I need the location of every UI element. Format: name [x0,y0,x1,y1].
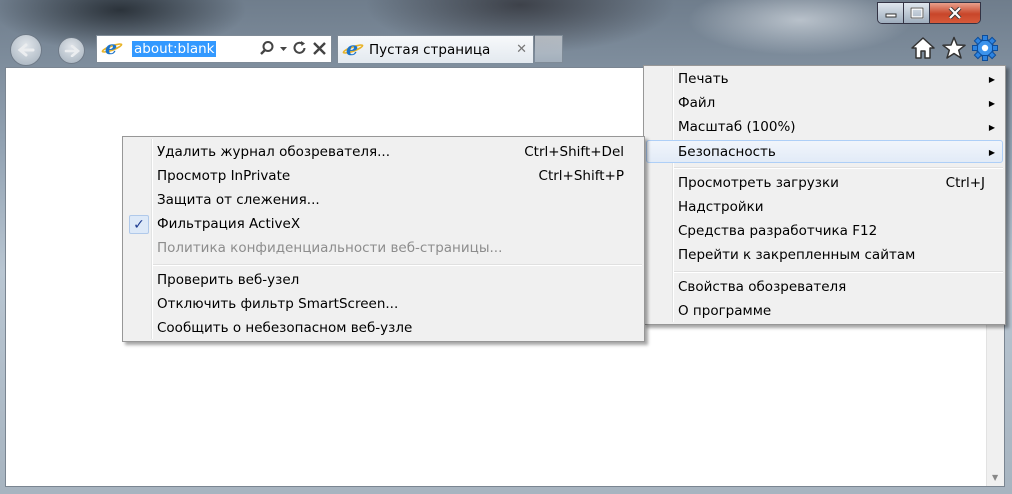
tools-gear-icon[interactable] [972,35,998,65]
menu-item-delete-history[interactable]: Удалить журнал обозревателя... Ctrl+Shift… [125,141,642,164]
menu-item-inprivate[interactable]: Просмотр InPrivate Ctrl+Shift+P [125,165,642,188]
tab-title: Пустая страница [369,42,491,58]
menu-item-privacy-policy: Политика конфиденциальности веб-страницы… [157,240,503,256]
ie-page-icon: e [346,38,359,60]
menu-item-report-unsafe[interactable]: Сообщить о небезопасном веб-узле [125,317,642,340]
refresh-icon[interactable] [292,40,308,56]
forward-button[interactable] [58,37,85,64]
menu-item-pinned-sites[interactable]: Перейти к закрепленным сайтам [646,244,1003,267]
tools-menu: Печать ▶ Файл ▶ Масштаб (100%) ▶ Безопаснос… [643,65,1006,325]
maximize-button[interactable] [904,3,930,23]
search-icon[interactable] [259,40,275,56]
menu-item-print[interactable]: Печать ▶ [646,68,1003,91]
favorites-star-icon[interactable] [942,36,966,64]
close-button[interactable] [930,3,980,23]
home-icon[interactable] [910,36,936,64]
menu-item-about[interactable]: О программе [646,300,1003,323]
minimize-icon [885,13,896,18]
browser-tab[interactable]: e Пустая страница ✕ [337,35,534,63]
menu-item-dev-tools[interactable]: Средства разработчика F12 [646,220,1003,243]
menu-item-activex-filtering[interactable]: ✓ Фильтрация ActiveX [125,213,642,236]
menu-item-view-downloads[interactable]: Просмотреть загрузки Ctrl+J [646,172,1003,195]
maximize-icon [909,7,924,19]
forward-arrow-icon [64,44,80,57]
menu-item-file[interactable]: Файл ▶ [646,92,1003,115]
address-bar[interactable]: e about:blank [96,35,332,63]
menu-item-internet-options[interactable]: Свойства обозревателя [646,276,1003,299]
minimize-button[interactable] [878,3,904,23]
menu-item-zoom[interactable]: Масштаб (100%) ▶ [646,116,1003,139]
menu-item-check-website[interactable]: Проверить веб-узел [125,269,642,292]
scroll-down-arrow-icon[interactable]: ▼ [992,473,998,482]
new-tab-button[interactable] [535,35,563,63]
window-controls [877,2,981,24]
address-input[interactable]: about:blank [132,41,217,57]
tab-close-button[interactable]: ✕ [516,42,527,57]
back-arrow-icon [17,43,35,57]
menu-item-tracking-protection[interactable]: Защита от слежения... [125,189,642,212]
menu-item-addons[interactable]: Надстройки [646,196,1003,219]
back-button[interactable] [10,34,42,66]
stop-icon[interactable] [312,40,327,56]
close-icon [948,7,962,19]
checkmark-icon: ✓ [129,215,149,234]
menu-item-security[interactable]: Безопасность ▶ [646,140,1003,163]
dropdown-icon[interactable] [279,40,288,56]
security-submenu: Удалить журнал обозревателя... Ctrl+Shift… [122,136,645,342]
ie-page-icon: e [105,37,118,59]
menu-item-smartscreen[interactable]: Отключить фильтр SmartScreen... [125,293,642,316]
command-icons [910,35,998,65]
